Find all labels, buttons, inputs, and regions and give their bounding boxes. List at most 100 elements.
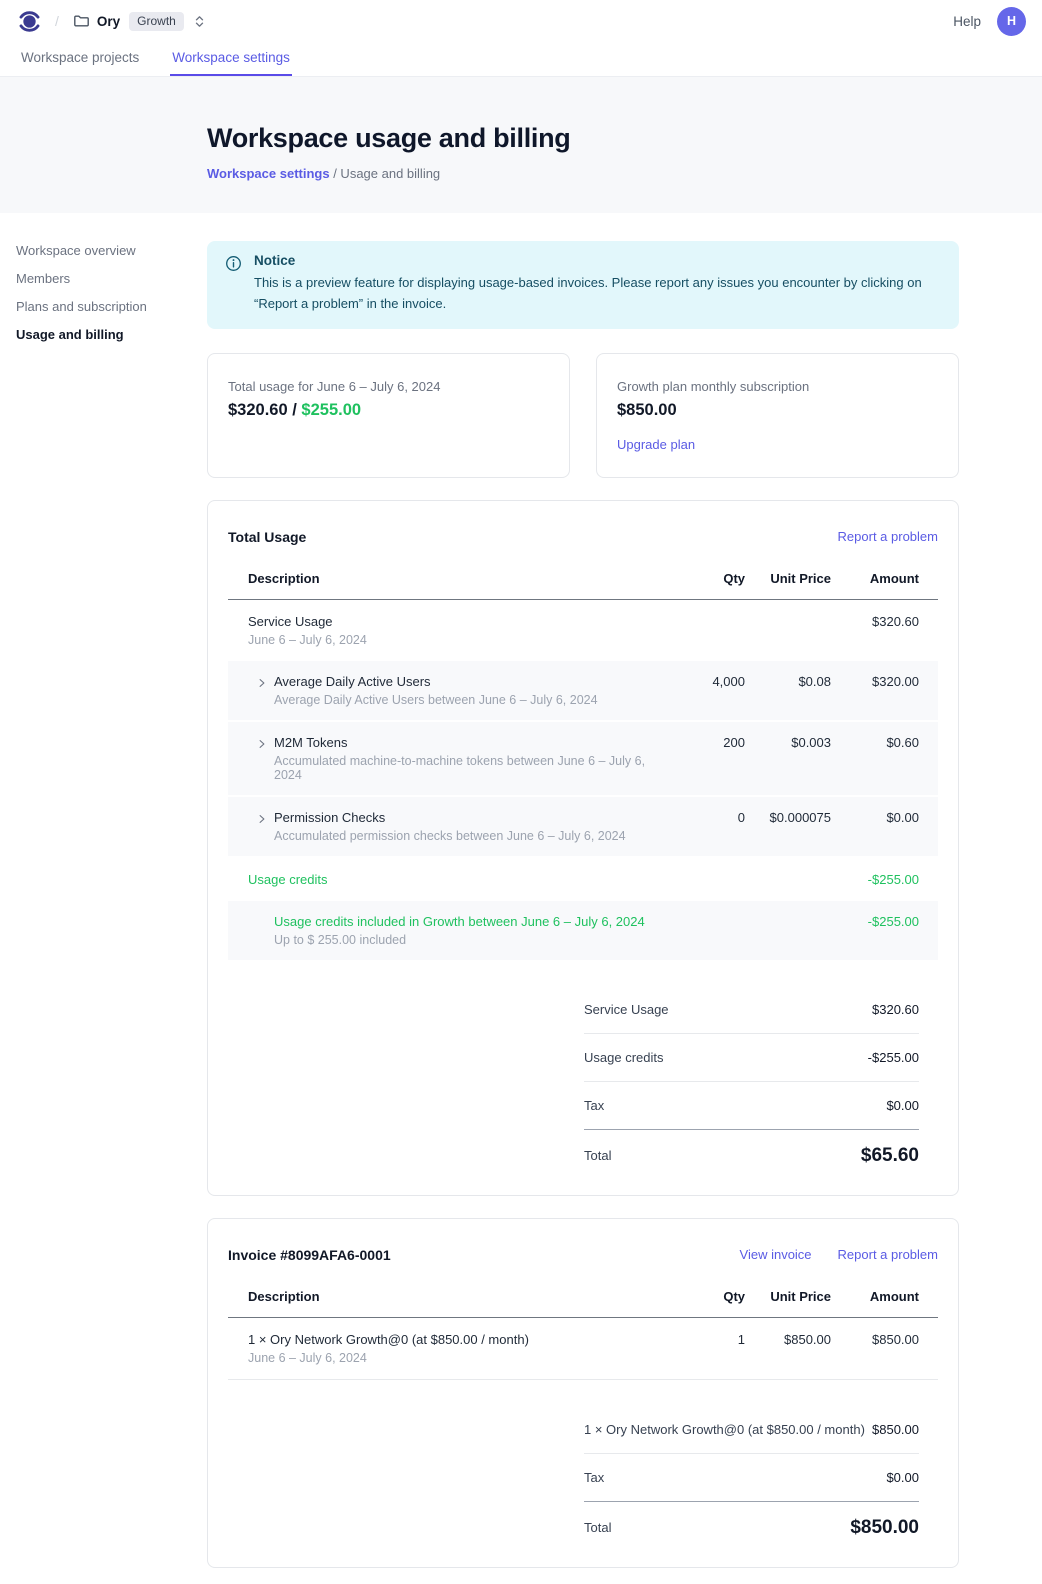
summary-value: $320.60 [872,1002,919,1017]
help-link[interactable]: Help [953,14,981,29]
tab-workspace-projects[interactable]: Workspace projects [19,42,141,76]
col-description: Description [228,1289,675,1304]
chevron-right-icon[interactable] [228,810,274,825]
summary-row-usage-credits: Usage credits -$255.00 [584,1034,919,1082]
ory-logo-icon[interactable] [16,8,43,35]
summary-value: -$255.00 [868,1050,919,1065]
chevron-right-icon[interactable] [228,674,274,689]
row-subtitle: Up to $ 255.00 included [274,933,831,947]
workspace-name[interactable]: Ory [97,14,120,29]
usage-amount-value: $320.60 [228,401,288,419]
usage-panel-header: Total Usage Report a problem [228,521,938,565]
usage-credit-value: $255.00 [301,401,361,419]
col-unit-price: Unit Price [745,1289,831,1304]
row-subtitle: June 6 – July 6, 2024 [248,633,675,647]
table-row-m2m-tokens: M2M Tokens Accumulated machine-to-machin… [228,722,938,795]
row-subtitle: Accumulated machine-to-machine tokens be… [274,754,675,782]
breadcrumb-current: / Usage and billing [330,166,441,181]
row-description: Service Usage June 6 – July 6, 2024 [228,614,675,647]
subscription-card: Growth plan monthly subscription $850.00… [596,353,959,478]
row-subtitle: June 6 – July 6, 2024 [248,1351,675,1365]
sidebar-item-members[interactable]: Members [16,271,186,286]
row-description: Usage credits included in Growth between… [228,914,831,947]
summary-label: Tax [584,1470,604,1485]
usage-panel-title: Total Usage [228,529,306,545]
table-row-service-usage: Service Usage June 6 – July 6, 2024 $320… [228,600,938,661]
summary-label: Service Usage [584,1002,669,1017]
row-title: Usage credits [248,872,831,887]
invoice-report-problem-link[interactable]: Report a problem [838,1247,938,1262]
row-description: M2M Tokens Accumulated machine-to-machin… [274,735,675,782]
notice-body: Notice This is a preview feature for dis… [254,253,939,315]
tab-workspace-settings[interactable]: Workspace settings [170,42,292,76]
summary-row-total: Total $850.00 [584,1502,919,1543]
invoice-panel-header: Invoice #8099AFA6-0001 View invoice Repo… [228,1239,938,1283]
row-amount: $0.00 [831,810,919,825]
plan-badge: Growth [129,12,184,31]
total-value: $65.60 [861,1145,919,1167]
page-header: Workspace usage and billing Workspace se… [0,77,1042,213]
stat-cards: Total usage for June 6 – July 6, 2024 $3… [207,353,959,478]
notice-text: This is a preview feature for displaying… [254,273,939,315]
summary-value: $0.00 [886,1470,919,1485]
row-qty: 1 [675,1332,745,1347]
total-usage-panel: Total Usage Report a problem Description… [207,500,959,1196]
row-amount: -$255.00 [831,872,919,887]
row-title: Usage credits included in Growth between… [274,914,831,929]
summary-label: Tax [584,1098,604,1113]
row-title: 1 × Ory Network Growth@0 (at $850.00 / m… [248,1332,675,1347]
row-subtitle: Average Daily Active Users between June … [274,693,675,707]
usage-report-problem-link[interactable]: Report a problem [838,529,938,544]
upgrade-plan-link[interactable]: Upgrade plan [617,437,695,452]
row-title: Permission Checks [274,810,675,825]
invoice-panel: Invoice #8099AFA6-0001 View invoice Repo… [207,1218,959,1568]
row-title: Average Daily Active Users [274,674,675,689]
row-amount: -$255.00 [831,914,919,929]
row-description: 1 × Ory Network Growth@0 (at $850.00 / m… [228,1332,675,1365]
row-amount: $320.60 [831,614,919,629]
breadcrumb: Workspace settings / Usage and billing [207,166,1026,181]
breadcrumb-settings-link[interactable]: Workspace settings [207,166,330,181]
summary-label: Usage credits [584,1050,663,1065]
row-title: M2M Tokens [274,735,675,750]
total-label: Total [584,1520,611,1535]
invoice-title: Invoice #8099AFA6-0001 [228,1247,391,1263]
row-amount: $850.00 [831,1332,919,1347]
row-amount: $320.00 [831,674,919,689]
usage-summary: Service Usage $320.60 Usage credits -$25… [584,986,919,1171]
notice-banner: Notice This is a preview feature for dis… [207,241,959,329]
summary-value: $0.00 [886,1098,919,1113]
sidebar-item-usage-and-billing[interactable]: Usage and billing [16,327,186,342]
table-row-permission-checks: Permission Checks Accumulated permission… [228,797,938,856]
col-qty: Qty [675,571,745,586]
workspace-switcher-icon[interactable] [192,14,207,29]
page-title: Workspace usage and billing [207,123,1026,154]
row-amount: $0.60 [831,735,919,750]
summary-row-tax: Tax $0.00 [584,1082,919,1130]
sidebar-item-plans-and-subscription[interactable]: Plans and subscription [16,299,186,314]
summary-label: 1 × Ory Network Growth@0 (at $850.00 / m… [584,1422,865,1437]
row-qty: 4,000 [675,674,745,689]
row-title: Service Usage [248,614,675,629]
sidebar-item-workspace-overview[interactable]: Workspace overview [16,243,186,258]
user-avatar[interactable]: H [997,7,1026,36]
row-qty: 200 [675,735,745,750]
total-usage-card: Total usage for June 6 – July 6, 2024 $3… [207,353,570,478]
summary-row-service-usage: Service Usage $320.60 [584,986,919,1034]
table-row-usage-credits-included: Usage credits included in Growth between… [228,901,938,960]
summary-row-total: Total $65.60 [584,1130,919,1171]
usage-table-header: Description Qty Unit Price Amount [228,565,938,600]
row-unit-price: $0.003 [745,735,831,750]
view-invoice-link[interactable]: View invoice [740,1247,812,1262]
main-content: Notice This is a preview feature for dis… [207,213,959,1584]
row-qty: 0 [675,810,745,825]
invoice-summary: 1 × Ory Network Growth@0 (at $850.00 / m… [584,1406,919,1543]
row-unit-price: $0.000075 [745,810,831,825]
chevron-right-icon[interactable] [228,735,274,750]
workspace-tabs: Workspace projects Workspace settings [0,42,1042,77]
breadcrumb-separator: / [55,13,59,29]
summary-row-tax: Tax $0.00 [584,1454,919,1502]
total-usage-label: Total usage for June 6 – July 6, 2024 [228,379,549,394]
summary-row-plan: 1 × Ory Network Growth@0 (at $850.00 / m… [584,1406,919,1454]
invoice-table-header: Description Qty Unit Price Amount [228,1283,938,1318]
